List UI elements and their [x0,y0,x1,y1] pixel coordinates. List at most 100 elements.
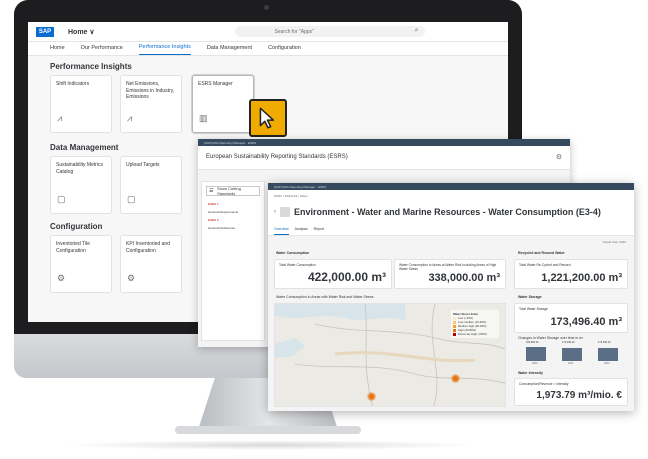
tab-report[interactable]: Report [314,224,325,235]
section-title-performance: Performance Insights [50,62,132,71]
chart-tick-label: 2020 [532,362,538,365]
chart-bar[interactable] [598,348,618,361]
section-water-intensity: Water Intensity [518,371,543,375]
sidebar-item-esrs2[interactable]: ESRS 2 [202,216,264,224]
tile-label: Shift Indicators [56,81,90,87]
sidebar-item-general-requirements[interactable]: General Requirements [202,208,264,216]
kpi-water-intensity[interactable]: Consumption/Revenue = Intensity 1,973.79… [514,378,628,406]
section-recycled-water: Recycled and Reused Water [518,251,565,255]
page-header: ‹ Environment - Water and Marine Resourc… [268,200,634,224]
camera-icon [264,5,269,10]
cursor-callout [249,99,287,137]
tile-tile-configuration[interactable]: Inventoried Tile Configuration ⚙ [50,235,112,293]
sidebar-item-general-disclosures[interactable]: General Disclosures [202,224,264,232]
search-placeholder: Search for "Apps" [274,28,314,35]
chart-data-label: 186,680.00 [526,341,539,344]
legend-swatch [453,332,456,336]
tab-performance-insights[interactable]: Performance Insights [138,44,191,55]
page-tabs: Overview Analysis Report [268,224,634,236]
tab-analysis[interactable]: Analysis [295,224,308,235]
gear-icon: ⚙ [127,273,136,283]
kpi-value: 1,221,200.00 m³ [541,272,622,284]
kpi-value: 1,973.79 m³/mio. € [536,390,622,401]
chart-bar[interactable] [526,347,546,361]
launchpad-tabs: Home Our Performance Performance Insight… [28,42,508,56]
water-icon [280,207,290,217]
map-title: Water Consumption in Areas with Water Ri… [276,295,374,299]
chart-data-label: 174,009.40 [562,341,575,344]
tile-shift-indicators[interactable]: Shift Indicators ⩘ [50,75,112,133]
search-input[interactable]: Search for "Apps" ⌕ [234,26,425,37]
search-icon[interactable]: ⌕ [415,27,419,35]
kpi-label: Total Water Consumption [279,263,316,267]
kpi-value: 173,496.40 m³ [550,316,622,328]
shell-bar: SAP Home ∨ Search for "Apps" ⌕ [28,22,508,42]
esrs-sidebar: ☰ Show Cutting Standards ESRS 1 General … [201,181,265,341]
side-button-label: Show Cutting Standards [217,186,241,196]
kpi-label: Consumption/Revenue = Intensity [519,382,569,386]
map-marker[interactable] [451,374,460,383]
home-menu[interactable]: Home ∨ [68,28,95,36]
legend-item: Extremely High (>80%) [453,332,497,336]
kpi-water-risk-consumption[interactable]: Water Consumption in Areas at Water Risk… [394,259,506,289]
fiscal-year-select[interactable]: Fiscal Year: 2022 [603,240,626,244]
tile-kpi-configuration[interactable]: KPI Inventoried and Configuration ⚙ [120,235,182,293]
tile-esrs-manager[interactable]: ESRS Manager ▥ [192,75,254,133]
tile-label: ESRS Manager [198,81,233,87]
tile-label: Net Emissions, Emissions in Industry, Em… [126,81,175,100]
chart-tick-label: 2021 [568,362,574,365]
gear-icon: ⚙ [57,273,66,283]
kpi-value: 422,000.00 m³ [307,270,386,284]
tile-label: KPI Inventoried and Configuration [126,241,170,254]
cube-icon: ▢ [127,194,136,204]
kpi-value: 338,000.00 m³ [428,272,500,284]
kpi-recycled-water[interactable]: Total Water Re-Cycled and Reused 1,221,2… [514,259,628,289]
chart-icon: ⩘ [127,113,133,123]
tile-label: Sustainability Metrics Catalog [56,162,103,175]
esrs-header: European Sustainability Reporting Standa… [198,146,570,170]
legend-label: Extremely High (>80%) [458,332,487,336]
tile-label: Upload Targets [126,162,160,168]
monitor-shadow [60,440,480,450]
storage-chart[interactable]: 186,680.00 174,009.40 173,496.40 2020 20… [516,341,628,365]
sap-logo[interactable]: SAP [36,26,54,37]
water-risk-map[interactable]: Water Stress Index Low (<10%) Low-medium… [274,303,506,407]
tile-net-emissions[interactable]: Net Emissions, Emissions in Industry, Em… [120,75,182,133]
tab-overview[interactable]: Overview [274,224,289,235]
cursor-icon [259,107,275,129]
map-legend: Water Stress Index Low (<10%) Low-medium… [451,310,499,338]
monitor-base [175,426,361,434]
tab-home[interactable]: Home [50,45,65,55]
section-water-consumption: Water Consumption [276,251,310,255]
water-consumption-window: [SAP] ESG Reporting Manager · ESRS ESRS … [268,183,634,411]
window-header-bar: [SAP] ESG Reporting Manager · ESRS [268,183,634,190]
tab-configuration[interactable]: Configuration [268,45,301,55]
section-water-storage: Water Storage [518,295,542,299]
bar-chart-icon: ▥ [199,113,208,123]
map-marker[interactable] [367,392,376,401]
kpi-label: Total Water Storage [519,307,549,311]
chart-bar[interactable] [562,347,582,361]
list-icon: ☰ [209,188,214,194]
breadcrumb[interactable]: ESRS / ESRS E3 / Water [268,190,634,200]
esrs-title: European Sustainability Reporting Standa… [206,154,348,160]
sidebar-item-esrs1[interactable]: ESRS 1 [202,200,264,208]
chart-icon: ⩘ [57,113,63,123]
settings-icon[interactable]: ⚙ [556,153,562,161]
chart-tick-label: 2022 [604,362,610,365]
tab-our-performance[interactable]: Our Performance [81,45,123,55]
kpi-total-water-consumption[interactable]: Total Water Consumption 422,000.00 m³ [274,259,392,289]
kpi-water-storage[interactable]: Total Water Storage 173,496.40 m³ [514,303,628,333]
tile-metrics-catalog[interactable]: Sustainability Metrics Catalog ▢ [50,156,112,214]
back-icon[interactable]: ‹ [274,209,276,215]
window-header-bar: [SAP] ESG Reporting Manager · ESRS [198,139,570,146]
stage: SAP Home ∨ Search for "Apps" ⌕ Home Our … [0,0,648,459]
storage-chart-title: Changes in Water Storage over time in m³ [518,336,584,340]
section-title-config: Configuration [50,222,103,231]
tile-upload-targets[interactable]: Upload Targets ▢ [120,156,182,214]
chart-data-label: 173,496.40 [598,341,611,344]
show-cutting-standards-button[interactable]: ☰ Show Cutting Standards [206,186,260,196]
tab-data-management[interactable]: Data Management [207,45,252,55]
cube-icon: ▢ [57,194,66,204]
section-title-data: Data Management [50,143,119,152]
